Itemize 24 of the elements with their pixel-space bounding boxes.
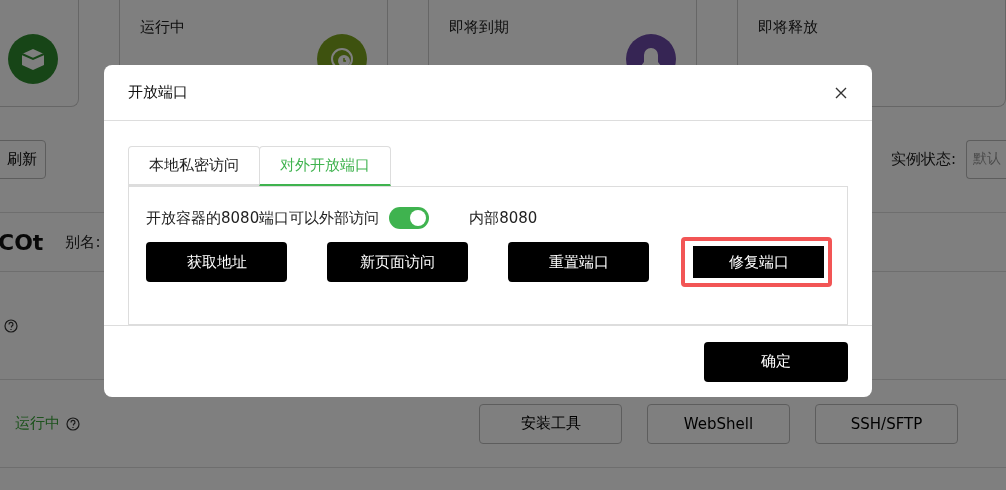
stat-label: 即将释放 xyxy=(758,18,818,37)
port-description: 开放容器的8080端口可以外部访问 xyxy=(146,208,380,228)
instance-status: 运行中 xyxy=(15,414,60,433)
status-filter-label: 实例状态: xyxy=(890,150,956,169)
action-button[interactable]: WebShell xyxy=(647,403,790,444)
action-button[interactable]: SSH/SFTP xyxy=(815,403,958,444)
action-button[interactable]: 安装工具 xyxy=(479,403,622,444)
port-action-button[interactable]: 重置端口 xyxy=(508,242,649,282)
internal-port: 内部8080 xyxy=(469,208,538,228)
box-icon xyxy=(20,47,46,71)
help-icon[interactable] xyxy=(4,318,18,333)
alias-label: 别名: xyxy=(65,232,101,252)
help-icon[interactable] xyxy=(66,416,80,431)
port-action-button[interactable]: 修复端口 xyxy=(690,246,824,278)
dialog-title: 开放端口 xyxy=(128,83,188,102)
port-action-button[interactable]: 新页面访问 xyxy=(327,242,468,282)
stat-label: 运行中 xyxy=(140,18,185,37)
confirm-button[interactable]: 确定 xyxy=(704,341,848,382)
port-switch[interactable] xyxy=(389,207,430,229)
tab[interactable]: 本地私密访问 xyxy=(128,146,260,186)
port-action-button[interactable]: 获取地址 xyxy=(146,242,287,282)
close-button[interactable] xyxy=(834,85,848,100)
refresh-button[interactable]: 刷新 xyxy=(0,140,46,179)
stat-label: 即将到期 xyxy=(449,18,509,37)
